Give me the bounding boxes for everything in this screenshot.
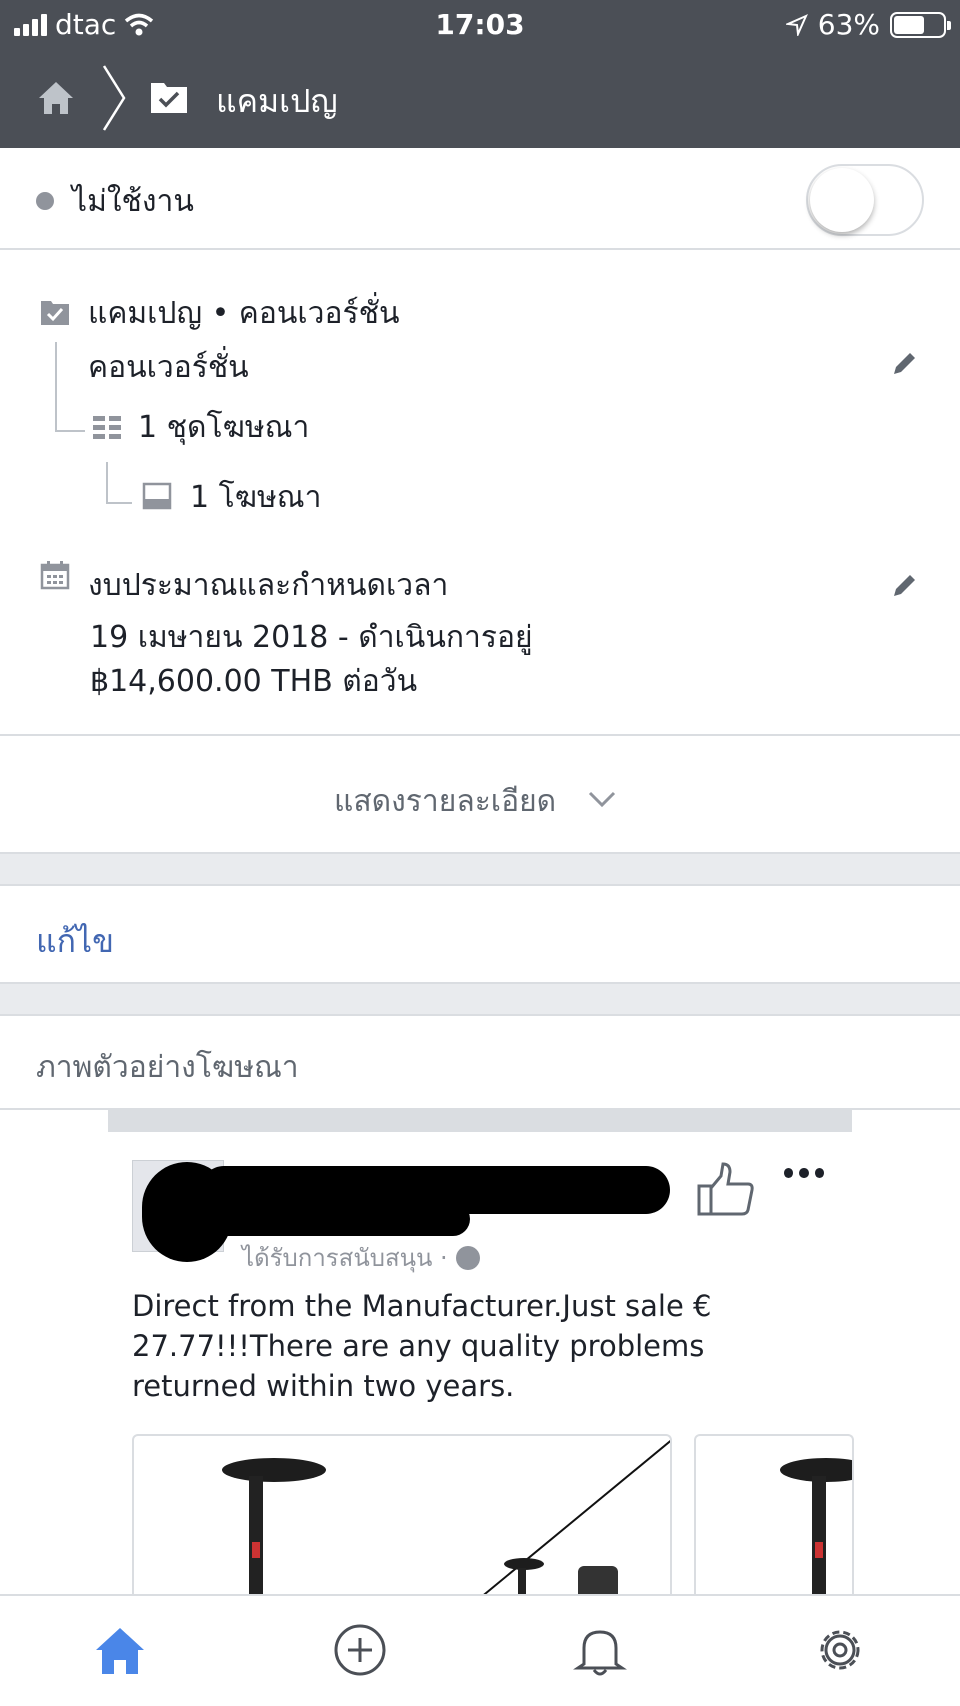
add-circle-icon[interactable] xyxy=(332,1622,388,1678)
campaign-name: คอนเวอร์ชั่น xyxy=(88,350,249,385)
gear-icon[interactable] xyxy=(812,1622,868,1678)
adset-count: 1 ชุดโฆษณา xyxy=(138,410,310,445)
carousel-card-1[interactable] xyxy=(132,1434,672,1594)
more-options-icon[interactable] xyxy=(784,1168,824,1180)
status-label: ไม่ใช้งาน xyxy=(72,184,194,219)
tree-line xyxy=(55,342,57,432)
page-title: แคมเปญ xyxy=(216,82,338,120)
like-thumb-icon[interactable] xyxy=(696,1162,756,1218)
tree-line xyxy=(55,430,85,432)
edit-link[interactable]: แก้ไข xyxy=(36,916,114,967)
ad-body-text: Direct from the Manufacturer.Just sale €… xyxy=(132,1289,712,1403)
ad-preview-section: ภาพตัวอย่างโฆษณา ได้รับการสนับสนุน · Dir… xyxy=(0,1014,960,1594)
campaign-status-row: ไม่ใช้งาน xyxy=(0,148,960,250)
carousel-card-2[interactable] xyxy=(694,1434,854,1594)
ad-preview-header: ภาพตัวอย่างโฆษณา xyxy=(36,1050,299,1085)
sponsored-text: ได้รับการสนับสนุน · xyxy=(242,1244,448,1272)
schedule-text: 19 เมษายน 2018 - ดำเนินการอยู่ xyxy=(90,620,533,655)
bell-icon[interactable] xyxy=(572,1622,628,1678)
ad-icon xyxy=(142,482,172,510)
globe-icon xyxy=(455,1245,480,1270)
tree-line xyxy=(106,502,132,504)
campaign-type: แคมเปญ • คอนเวอร์ชั่น xyxy=(88,296,400,331)
status-right: 63% xyxy=(785,8,951,41)
calendar-icon xyxy=(40,561,70,590)
scooter-image xyxy=(222,1440,670,1594)
location-arrow-icon xyxy=(785,13,808,36)
budget-amount: ฿14,600.00 THB ต่อวัน xyxy=(90,664,418,699)
sponsored-label: ได้รับการสนับสนุน · xyxy=(242,1238,480,1277)
budget-title: งบประมาณและกำหนดเวลา xyxy=(88,568,449,603)
scooter-image xyxy=(780,1458,852,1594)
show-details-label: แสดงรายละเอียด xyxy=(334,784,557,819)
chevron-right-icon xyxy=(102,65,126,131)
tree-line xyxy=(106,462,108,504)
show-details-button[interactable]: แสดงรายละเอียด xyxy=(0,736,960,854)
edit-campaign-pencil-icon[interactable] xyxy=(890,348,920,378)
edit-row: แก้ไข xyxy=(0,884,960,984)
campaign-folder-icon xyxy=(41,301,69,325)
status-bar: dtac 17:03 63% xyxy=(0,0,960,48)
adset-grid-icon xyxy=(93,416,121,439)
redaction-scribble xyxy=(200,1202,470,1236)
battery-icon xyxy=(890,11,951,38)
bottom-tab-bar xyxy=(0,1594,960,1706)
ad-count: 1 โฆษณา xyxy=(190,480,322,515)
home-icon[interactable] xyxy=(92,1622,148,1678)
home-icon[interactable] xyxy=(36,78,76,118)
campaign-folder-icon xyxy=(151,83,187,113)
preview-top-strip xyxy=(108,1110,852,1132)
edit-budget-pencil-icon[interactable] xyxy=(890,570,920,600)
campaign-detail-card: แคมเปญ • คอนเวอร์ชั่น คอนเวอร์ชั่น 1 ชุด… xyxy=(0,250,960,736)
toggle-knob xyxy=(810,168,874,232)
campaign-toggle[interactable] xyxy=(806,164,924,236)
top-navbar: แคมเปญ xyxy=(0,48,960,148)
status-dot xyxy=(36,192,54,210)
ad-preview-frame: ได้รับการสนับสนุน · Direct from the Manu… xyxy=(0,1108,960,1594)
battery-percent: 63% xyxy=(817,8,880,41)
chevron-down-icon xyxy=(588,791,616,808)
